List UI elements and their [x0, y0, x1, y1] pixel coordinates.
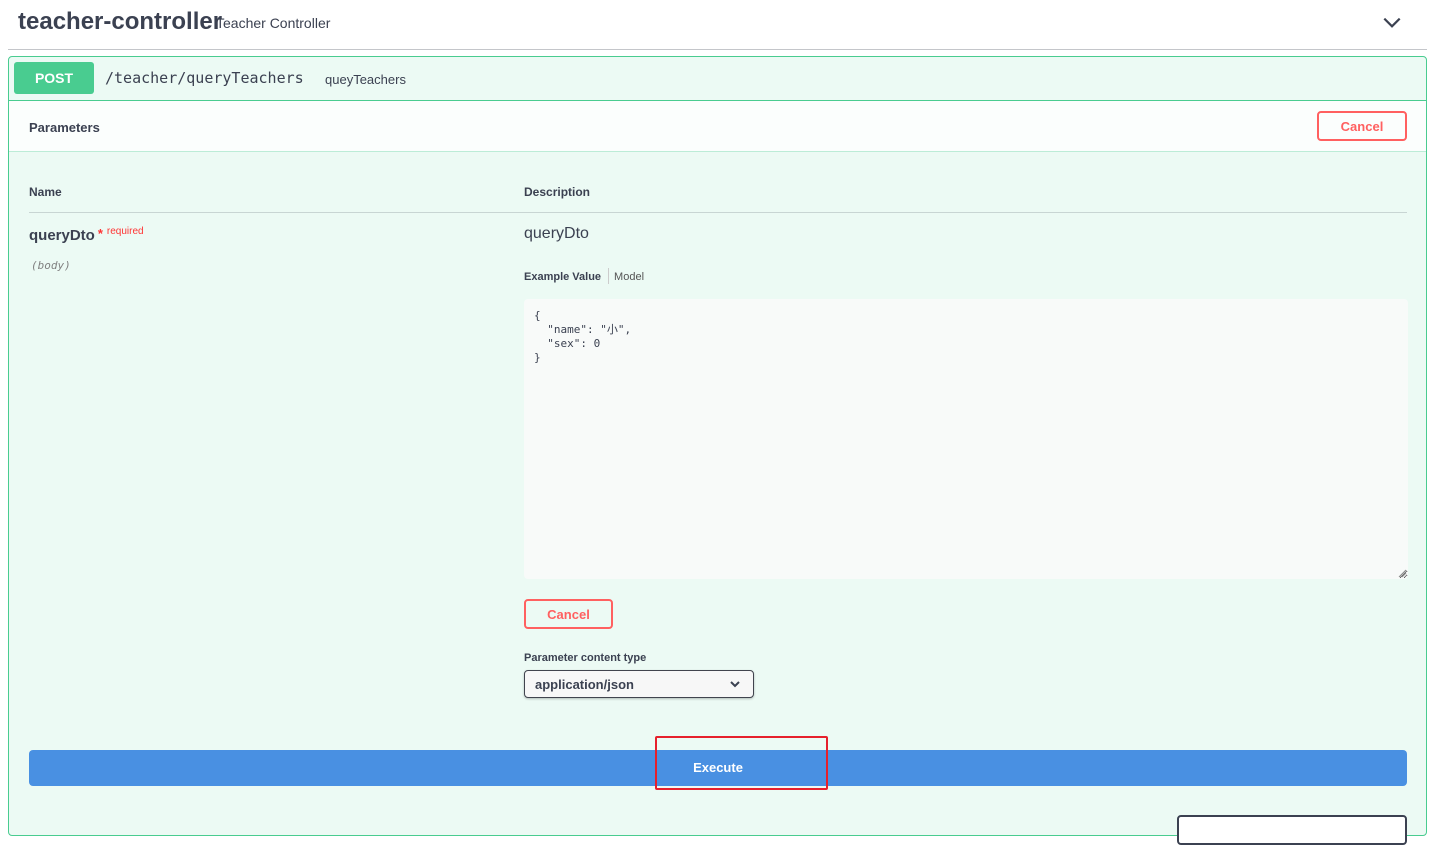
parameter-name-text: queryDto	[29, 227, 95, 244]
request-body-editor[interactable]: { "name": "小", "sex": 0 }	[524, 299, 1408, 579]
parameter-name: queryDto * required	[29, 226, 144, 244]
method-badge: POST	[14, 62, 94, 94]
parameter-location: (body)	[31, 259, 71, 272]
content-type-value: application/json	[535, 677, 634, 692]
try-out-cancel-button[interactable]: Cancel	[1317, 111, 1407, 141]
parameters-title: Parameters	[29, 120, 100, 135]
clear-button[interactable]	[1177, 815, 1407, 845]
column-divider	[29, 212, 1407, 213]
body-cancel-button[interactable]: Cancel	[524, 599, 613, 629]
resize-handle-icon[interactable]	[1398, 569, 1407, 578]
content-type-label: Parameter content type	[524, 652, 647, 664]
chevron-down-icon[interactable]	[1381, 12, 1403, 34]
execute-button[interactable]: Execute	[29, 750, 1407, 786]
required-label: required	[106, 226, 144, 237]
tab-example-value[interactable]: Example Value	[524, 271, 601, 283]
chevron-down-icon	[730, 681, 740, 688]
required-star: *	[97, 226, 103, 241]
tag-name[interactable]: teacher-controller	[18, 8, 222, 36]
operation-block: POST /teacher/queryTeachers queyTeachers…	[8, 56, 1427, 836]
parameter-description: queryDto	[524, 225, 589, 242]
tab-model[interactable]: Model	[614, 271, 644, 283]
tab-separator	[608, 268, 610, 284]
example-model-tabs: Example Value Model	[524, 268, 644, 284]
operation-summary-text: queyTeachers	[325, 72, 406, 87]
tag-description: Teacher Controller	[216, 15, 331, 31]
content-type-select[interactable]: application/json	[524, 670, 754, 698]
column-header-name: Name	[29, 185, 62, 199]
column-header-description: Description	[524, 185, 591, 199]
operation-path: /teacher/queryTeachers	[105, 69, 304, 87]
parameters-header: Parameters Cancel	[9, 101, 1426, 152]
tag-header[interactable]: teacher-controller Teacher Controller	[8, 0, 1427, 50]
operation-summary[interactable]: POST /teacher/queryTeachers queyTeachers	[9, 57, 1426, 101]
